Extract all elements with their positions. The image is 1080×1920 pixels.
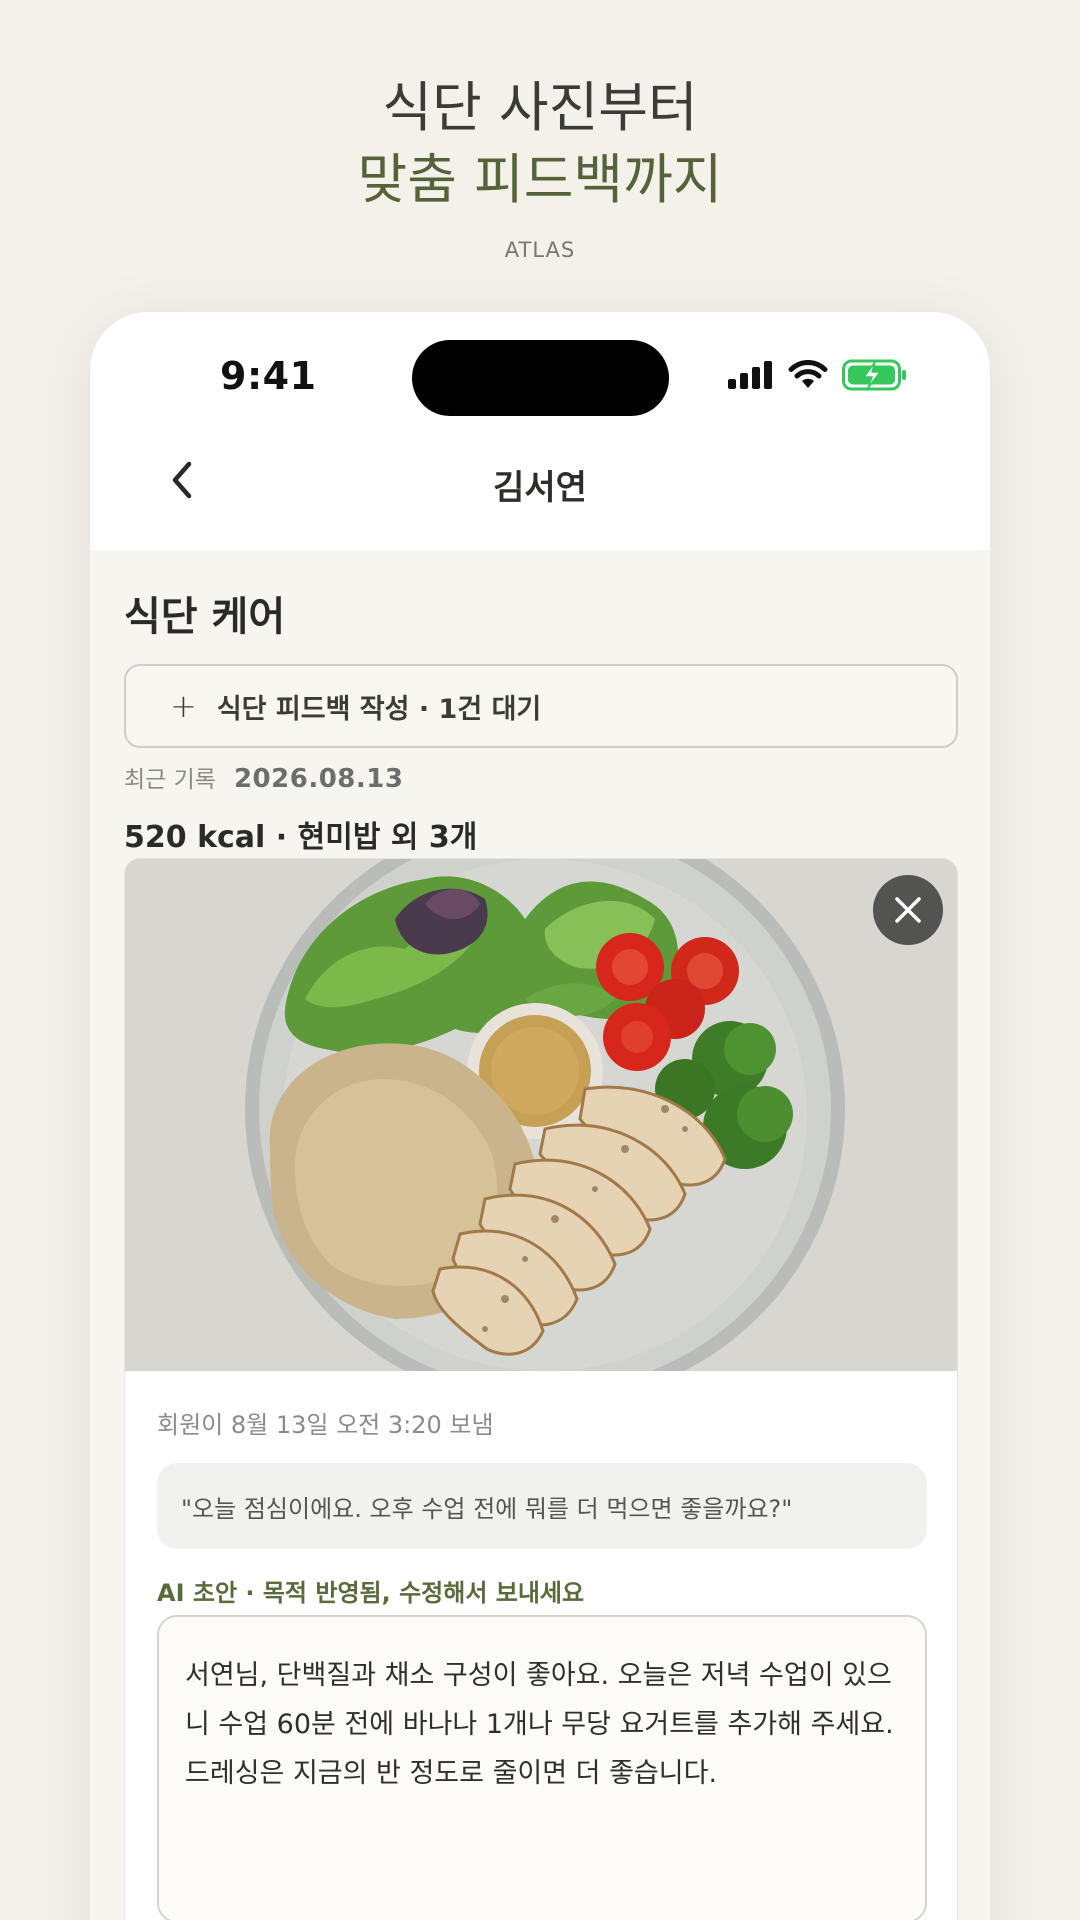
wifi-icon: [788, 360, 828, 388]
brand-label: ATLAS: [504, 238, 576, 262]
hero-header: 식단 사진부터 맞춤 피드백까지 ATLAS: [0, 72, 1080, 262]
battery-charging-icon: [842, 359, 906, 391]
add-feedback-button[interactable]: + 식단 피드백 작성 · 1건 대기: [124, 664, 958, 748]
close-icon: [895, 897, 921, 923]
meal-feedback-card: 회원이 8월 13일 오전 3:20 보냄 "오늘 점심이에요. 오후 수업 전…: [124, 858, 958, 1920]
phone-frame: 9:41 김서연 식단 케어 + 식단 피드백 작성 · 1건 대기 최근 기록…: [90, 312, 990, 1920]
remove-photo-button[interactable]: [873, 875, 943, 945]
sent-timestamp: 회원이 8월 13일 오전 3:20 보냄: [157, 1411, 494, 1439]
page-title: 김서연: [493, 468, 587, 508]
recent-record: 최근 기록 2026.08.13: [124, 760, 403, 794]
recent-record-date: 2026.08.13: [233, 764, 404, 794]
ai-draft-label: AI 초안 · 목적 반영됨, 수정해서 보내세요: [157, 1579, 585, 1607]
feedback-draft-input[interactable]: 서연님, 단백질과 채소 구성이 좋아요. 오늘은 저녁 수업이 있으니 수업 …: [157, 1615, 927, 1920]
cellular-signal-icon: [728, 361, 772, 389]
section-title: 식단 케어: [124, 594, 286, 640]
recent-record-label: 최근 기록: [124, 767, 216, 793]
add-feedback-label: 식단 피드백 작성 · 1건 대기: [216, 693, 542, 725]
plus-icon: +: [170, 687, 197, 725]
meal-photo: [125, 859, 957, 1405]
hero-title-line2: 맞춤 피드백까지: [357, 148, 723, 211]
app-header: 9:41 김서연: [90, 312, 990, 550]
meal-photo-illustration: [125, 859, 957, 1405]
status-time: 9:41: [220, 354, 317, 398]
member-message: "오늘 점심이에요. 오후 수업 전에 뭐를 더 먹으면 좋을까요?": [157, 1463, 927, 1549]
status-icons: [728, 358, 908, 392]
hero-title-line1: 식단 사진부터: [382, 76, 698, 139]
meal-summary: 520 kcal · 현미밥 외 3개: [124, 820, 478, 855]
dynamic-island: [412, 340, 669, 416]
